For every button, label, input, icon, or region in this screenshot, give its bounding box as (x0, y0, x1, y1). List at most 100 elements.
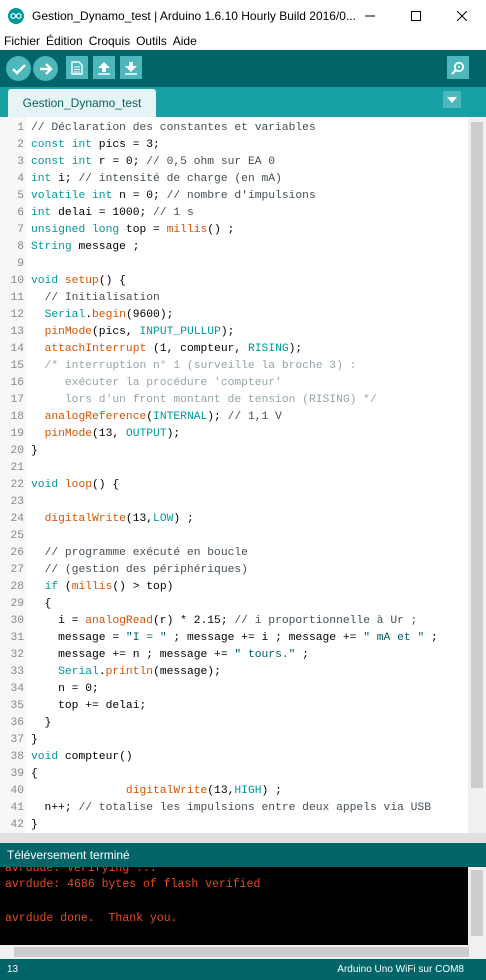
upload-button[interactable] (33, 56, 58, 81)
line-number: 20 (10, 445, 24, 457)
code-line[interactable]: 9 (0, 256, 468, 273)
code-text: int delai = 1000; // 1 s (31, 207, 194, 219)
code-line[interactable]: 1 // Déclaration des constantes et variab… (0, 120, 468, 137)
line-number: 42 (10, 819, 24, 831)
code-line[interactable]: 40 digitalWrite(13,HIGH) ; (0, 783, 468, 800)
line-number: 38 (10, 751, 24, 763)
code-line[interactable]: 20} (0, 443, 468, 460)
tab-menu-button[interactable] (443, 91, 461, 108)
current-line-number: 13 (7, 964, 19, 975)
console-line: avrdude done. Thank you. (5, 912, 178, 925)
code-text: void loop() { (31, 479, 120, 491)
new-sketch-button[interactable] (66, 56, 88, 79)
code-line[interactable]: 35 top += delai; (0, 698, 468, 715)
code-text: // (gestion des périphériques) (44, 564, 248, 576)
code-text: { (31, 768, 38, 780)
open-sketch-button[interactable] (93, 56, 115, 79)
menu-bar: Fichier Édition Croquis Outils Aide (0, 31, 486, 50)
line-number: 18 (10, 411, 24, 423)
menu-outils[interactable]: Outils (136, 34, 167, 48)
serial-monitor-button[interactable] (447, 56, 469, 79)
line-number: 9 (17, 258, 24, 270)
close-button[interactable] (439, 0, 485, 31)
code-line[interactable]: 36 } (0, 715, 468, 732)
line-number: 6 (17, 207, 24, 219)
menu-croquis[interactable]: Croquis (89, 34, 130, 48)
code-text: unsigned long top = millis() ; (31, 224, 235, 236)
code-line[interactable]: 15 /* interruption n° 1 (surveille la br… (0, 358, 468, 375)
code-text: void setup() { (31, 275, 126, 287)
code-text: // Déclaration des constantes et variabl… (31, 122, 316, 134)
code-line[interactable]: 18 analogReference(INTERNAL); // 1,1 V (0, 409, 468, 426)
code-line[interactable]: 10 void setup() { (0, 273, 468, 290)
code-line[interactable]: 42} (0, 817, 468, 833)
code-line[interactable]: 11 // Initialisation (0, 290, 468, 307)
console-horizontal-thumb[interactable] (14, 947, 469, 957)
line-number: 26 (10, 547, 24, 559)
code-text: String message ; (31, 241, 140, 253)
code-text: pinMode(13, OUTPUT); (44, 428, 181, 440)
code-line[interactable]: 19 pinMode(13, OUTPUT); (0, 426, 468, 443)
code-line[interactable]: 12 Serial.begin(9600); (0, 307, 468, 324)
tab-gestion-dynamo-test[interactable]: Gestion_Dynamo_test (8, 89, 156, 117)
code-line[interactable]: 41 n++; // totalise les impulsions entre… (0, 800, 468, 817)
code-text: } (31, 819, 38, 831)
code-line[interactable]: 29 { (0, 596, 468, 613)
line-number: 24 (10, 513, 24, 525)
code-line[interactable]: 7 unsigned long top = millis() ; (0, 222, 468, 239)
code-text: lors d'un front montant de tension (RISI… (31, 394, 377, 406)
menu-edition[interactable]: Édition (46, 34, 83, 48)
code-text: n++; // totalise les impulsions entre de… (31, 802, 431, 814)
code-line[interactable]: 21 (0, 460, 468, 477)
code-line[interactable]: 8 String message ; (0, 239, 468, 256)
console-scroll-thumb[interactable] (471, 870, 483, 936)
code-line[interactable]: 4 int i; // intensité de charge (en mA) (0, 171, 468, 188)
code-line[interactable]: 26 // programme exécuté en boucle (0, 545, 468, 562)
code-line[interactable]: 34 n = 0; (0, 681, 468, 698)
code-text: if (millis() > top) (44, 581, 174, 593)
editor-scroll-thumb[interactable] (471, 122, 483, 788)
code-text: Serial.println(message); (58, 666, 221, 678)
code-line[interactable]: 31 message = "I = " ; message += i ; mes… (0, 630, 468, 647)
code-line[interactable]: 33 Serial.println(message); (0, 664, 468, 681)
code-text: digitalWrite(13,HIGH) ; (125, 785, 282, 797)
code-line[interactable]: 2 const int pics = 3; (0, 137, 468, 154)
save-icon (125, 61, 137, 75)
code-line[interactable]: 32 message += n ; message += " tours." ; (0, 647, 468, 664)
save-sketch-button[interactable] (120, 56, 142, 79)
maximize-button[interactable] (393, 0, 439, 31)
code-text: message = "I = " ; message += i ; messag… (31, 632, 438, 644)
code-line[interactable]: 24 digitalWrite(13,LOW) ; (0, 511, 468, 528)
editor-console-divider[interactable] (0, 833, 486, 843)
code-line[interactable]: 5 volatile int n = 0; // nombre d'impulsi… (0, 188, 468, 205)
code-line[interactable]: 38 void compteur() (0, 749, 468, 766)
minimize-button[interactable] (347, 0, 393, 31)
code-line[interactable]: 17 lors d'un front montant de tension (R… (0, 392, 468, 409)
code-line[interactable]: 27 // (gestion des périphériques) (0, 562, 468, 579)
menu-aide[interactable]: Aide (173, 34, 197, 48)
line-number: 32 (10, 649, 24, 661)
line-number: 1 (17, 122, 24, 134)
code-text: int i; // intensité de charge (en mA) (31, 173, 282, 185)
code-text: /* interruption n° 1 (surveille la broch… (31, 360, 357, 372)
code-line[interactable]: 3 const int r = 0; // 0,5 ohm sur EA 0 (0, 154, 468, 171)
code-line[interactable]: 14 attachInterrupt (1, compteur, RISING)… (0, 341, 468, 358)
verify-button[interactable] (6, 56, 31, 81)
code-line[interactable]: 30 i = analogRead(r) * 2.15; // i propor… (0, 613, 468, 630)
code-line[interactable]: 39 { (0, 766, 468, 783)
code-line[interactable]: 23 (0, 494, 468, 511)
code-line[interactable]: 6 int delai = 1000; // 1 s (0, 205, 468, 222)
code-line[interactable]: 28 if (millis() > top) (0, 579, 468, 596)
line-number: 7 (17, 224, 24, 236)
line-number: 37 (10, 734, 24, 746)
code-text: Serial.begin(9600); (44, 309, 174, 321)
code-line[interactable]: 13 pinMode(pics, INPUT_PULLUP); (0, 324, 468, 341)
code-editor[interactable]: 1 // Déclaration des constantes et variab… (0, 117, 468, 833)
menu-fichier[interactable]: Fichier (4, 34, 40, 48)
line-number: 40 (10, 785, 24, 797)
code-line[interactable]: 25 (0, 528, 468, 545)
code-line[interactable]: 22 void loop() { (0, 477, 468, 494)
line-number: 11 (10, 292, 24, 304)
code-line[interactable]: 37} (0, 732, 468, 749)
code-line[interactable]: 16 exécuter la procédure 'compteur' (0, 375, 468, 392)
